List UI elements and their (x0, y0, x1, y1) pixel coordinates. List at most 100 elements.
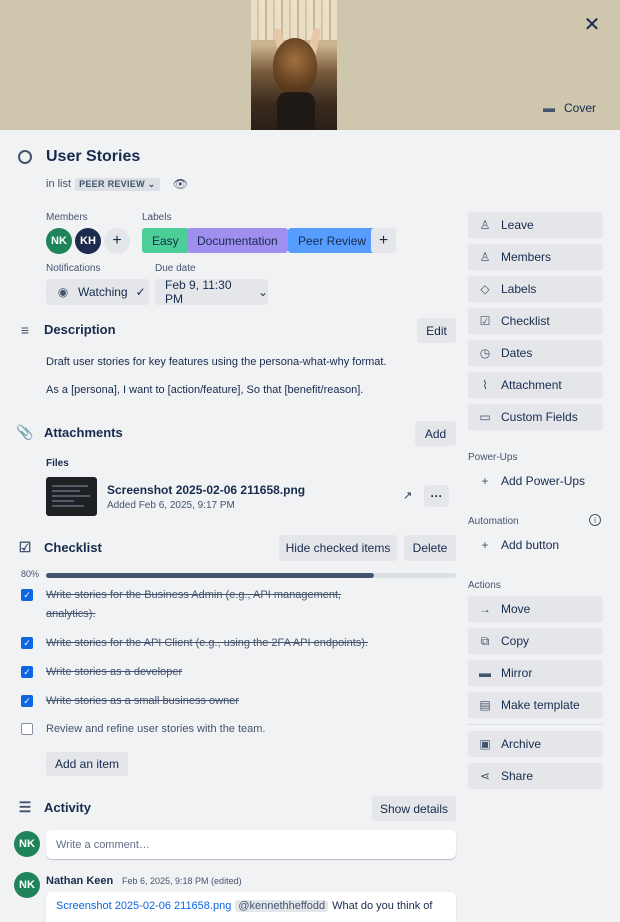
in-list-line: in list PEER REVIEW ⌄ 👁 (46, 177, 188, 191)
add-member-button[interactable]: + (104, 228, 130, 254)
checklist-item-4[interactable]: Write stories as a small business owner (46, 692, 239, 711)
delete-checklist-button[interactable]: Delete (404, 535, 456, 561)
labels-button[interactable]: ◇ Labels (468, 276, 603, 302)
custom-fields-button[interactable]: ▭ Custom Fields (468, 404, 603, 430)
avatar-kh[interactable]: KH (75, 228, 101, 254)
archive-button[interactable]: ▣ Archive (468, 731, 603, 757)
checklist-icon: ☑ (18, 539, 32, 555)
add-checklist-item-button[interactable]: Add an item (46, 752, 128, 776)
edit-description-button[interactable]: Edit (417, 318, 456, 343)
hide-checked-items-button[interactable]: Hide checked items (279, 535, 397, 561)
checklist-item-1[interactable]: Write stories for the Business Admin (e.… (46, 586, 341, 624)
powerups-heading: Power-Ups (468, 452, 518, 463)
due-date-button[interactable]: Feb 9, 11:30 PM ⌄ (155, 278, 268, 306)
members-icon: ♙ (479, 250, 491, 264)
checklist-item-5[interactable]: Review and refine user stories with the … (46, 720, 266, 739)
copy-button[interactable]: ⧉ Copy (468, 628, 603, 654)
add-button-button[interactable]: + Add button (468, 532, 603, 558)
card-cover (0, 0, 620, 130)
dates-button[interactable]: ◷ Dates (468, 340, 603, 366)
clock-icon: ◷ (479, 346, 491, 360)
description-line-2: As a [persona], I want to [action/featur… (46, 384, 364, 396)
automation-heading: Automation (468, 516, 519, 527)
checklist-button[interactable]: ☑ Checklist (468, 308, 603, 334)
avatar-nk[interactable]: NK (46, 228, 72, 254)
make-template-button[interactable]: ▤ Make template (468, 692, 603, 718)
checkbox-item-1[interactable]: ✓ (21, 589, 33, 601)
checklist-progress-fill (46, 573, 374, 578)
comment-input[interactable]: Write a comment… (46, 830, 456, 859)
mirror-button[interactable]: ▬ Mirror (468, 660, 603, 686)
checkbox-item-2[interactable]: ✓ (21, 637, 33, 649)
cover-button[interactable]: ▬ Cover (542, 97, 596, 119)
members-heading: Members (46, 212, 88, 223)
tag-icon: ◇ (480, 282, 490, 296)
check-icon: ✓ (135, 285, 146, 299)
add-label-button[interactable]: + (371, 228, 396, 253)
label-easy[interactable]: Easy (142, 228, 189, 253)
share-icon: ⋖ (479, 769, 491, 783)
open-external-icon[interactable]: ↗ (403, 489, 412, 502)
cover-icon: ▬ (543, 101, 555, 115)
watching-eye-icon: 👁 (172, 177, 189, 191)
add-attachment-button[interactable]: Add (415, 421, 456, 446)
watching-button[interactable]: ◉ Watching ✓ (46, 279, 149, 305)
comment-attachment-link[interactable]: Screenshot 2025-02-06 211658.png (56, 900, 231, 912)
attachment-thumbnail[interactable] (46, 477, 97, 516)
checklist-item-3[interactable]: Write stories as a developer (46, 663, 182, 682)
due-date-heading: Due date (155, 263, 196, 274)
checklist-progress-bar (46, 573, 456, 578)
paperclip-icon: 📎 (16, 424, 34, 440)
cover-image (251, 0, 337, 130)
comment-timestamp[interactable]: Feb 6, 2025, 9:18 PM (edited) (122, 876, 242, 886)
plus-icon: + (481, 538, 489, 552)
list-dropdown[interactable]: PEER REVIEW ⌄ (75, 177, 160, 191)
description-icon: ≡ (20, 321, 30, 338)
label-documentation[interactable]: Documentation (187, 228, 288, 253)
checkbox-item-5[interactable] (21, 723, 33, 735)
mirror-icon: ▬ (479, 666, 491, 680)
cover-button-label: Cover (564, 101, 597, 115)
chevron-down-icon: ⌄ (257, 285, 268, 299)
checklist-heading: Checklist (44, 540, 102, 555)
checklist-item-2[interactable]: Write stories for the API Client (e.g., … (46, 634, 368, 653)
leave-button[interactable]: ♙ Leave (468, 212, 603, 238)
close-icon[interactable]: ✕ (580, 12, 604, 36)
current-user-avatar: NK (14, 831, 40, 857)
comment-mention[interactable]: @kennethheffodd (235, 900, 329, 912)
label-peer-review[interactable]: Peer Review (288, 228, 377, 253)
comment-text: What do you think of (332, 900, 433, 912)
show-details-button[interactable]: Show details (372, 796, 456, 821)
card-title[interactable]: User Stories (46, 148, 140, 166)
arrow-right-icon: → (479, 602, 491, 616)
attachment-button[interactable]: ⌇ Attachment (468, 372, 603, 398)
checkbox-item-3[interactable]: ✓ (21, 666, 33, 678)
custom-fields-icon: ▭ (479, 410, 491, 424)
template-icon: ▤ (479, 698, 491, 712)
checkbox-item-4[interactable]: ✓ (21, 695, 33, 707)
move-button[interactable]: → Move (468, 596, 603, 622)
info-icon[interactable]: i (589, 514, 601, 526)
attachment-file-name[interactable]: Screenshot 2025-02-06 211658.png (107, 483, 305, 497)
add-powerups-button[interactable]: + Add Power-Ups (468, 468, 603, 494)
archive-icon: ▣ (479, 737, 491, 751)
copy-icon: ⧉ (480, 633, 490, 648)
watching-label: Watching (78, 285, 128, 299)
plus-icon: + (481, 474, 489, 488)
attachments-heading: Attachments (44, 425, 123, 440)
labels-heading: Labels (142, 212, 172, 223)
actions-heading: Actions (468, 580, 501, 591)
comment-author-avatar: NK (14, 872, 40, 898)
complete-toggle-icon[interactable] (18, 150, 32, 164)
files-heading: Files (46, 458, 69, 469)
comment-author[interactable]: Nathan Keen (46, 875, 113, 887)
checklist-icon: ☑ (479, 314, 491, 328)
attachment-more-button[interactable]: ··· (424, 485, 449, 507)
share-button[interactable]: ⋖ Share (468, 763, 603, 789)
members-button[interactable]: ♙ Members (468, 244, 603, 270)
activity-icon: ☰ (18, 799, 32, 815)
user-icon: ♙ (479, 218, 491, 232)
activity-heading: Activity (44, 800, 91, 815)
due-date-value: Feb 9, 11:30 PM (165, 278, 232, 306)
paperclip-icon: ⌇ (482, 378, 488, 392)
